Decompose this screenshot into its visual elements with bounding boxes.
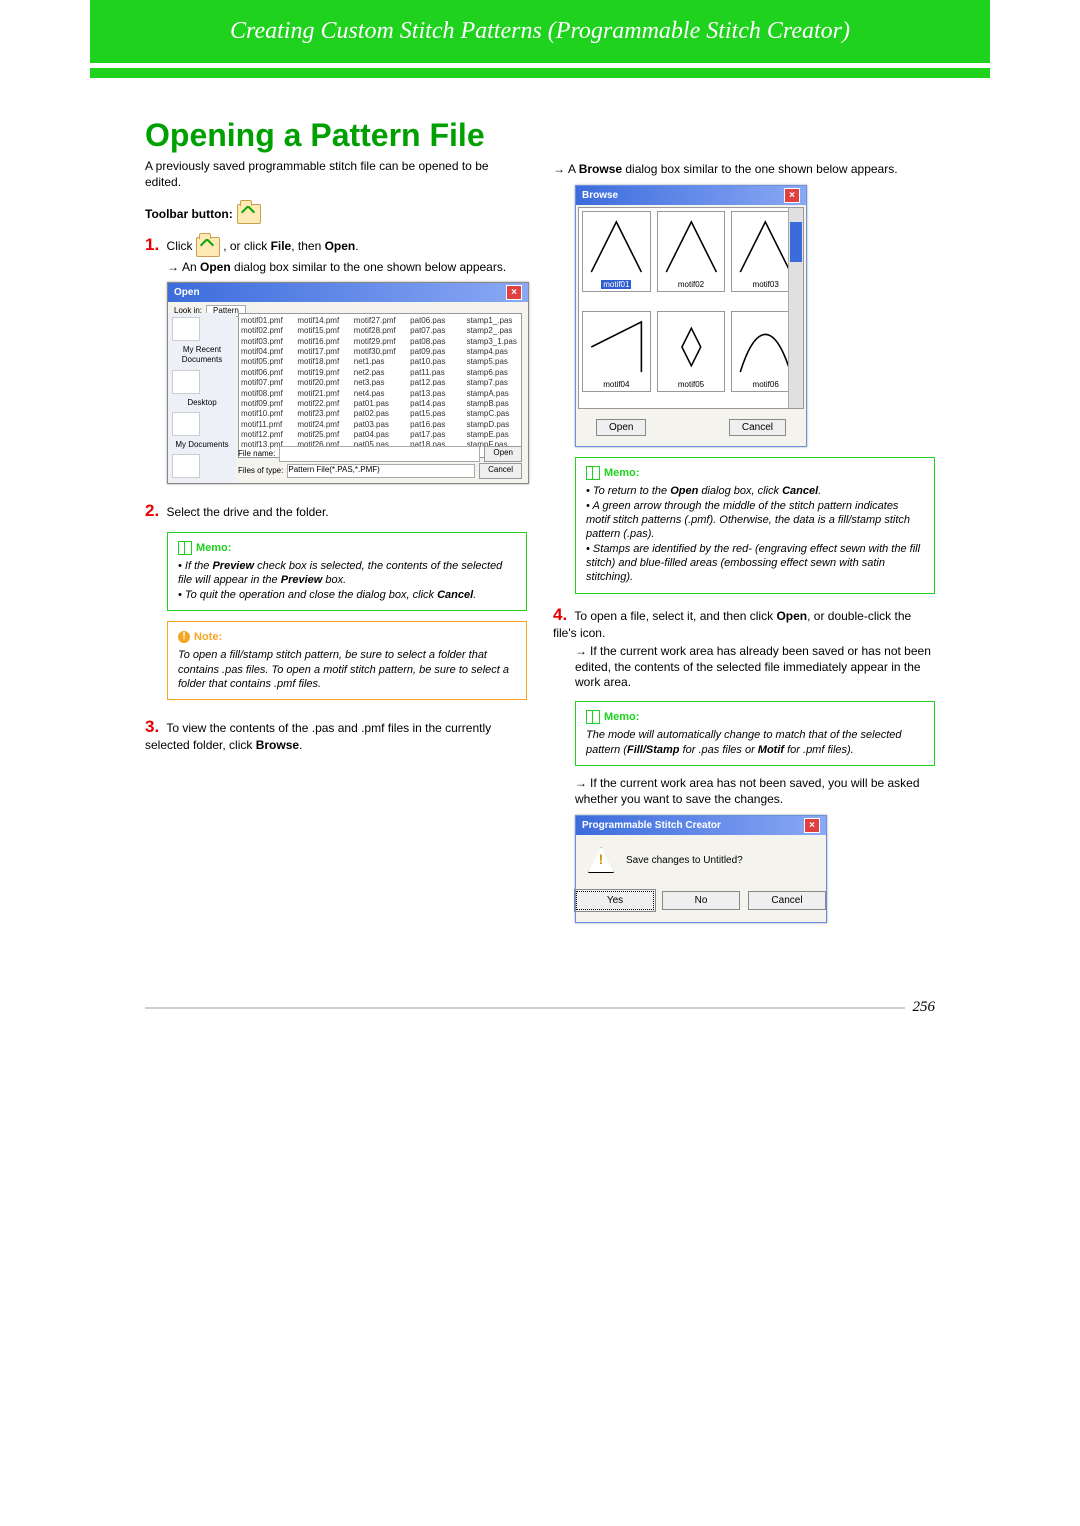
close-icon[interactable]: × <box>506 285 522 300</box>
memo-box-1: Memo: • If the Preview check box is sele… <box>167 532 527 611</box>
save-dialog-screenshot: Programmable Stitch Creator × Save chang… <box>575 815 827 923</box>
step1-pre: Click <box>167 239 196 253</box>
close-icon[interactable]: × <box>804 818 820 833</box>
open-dialog-filelist[interactable]: motif01.pmfmotif02.pmfmotif03.pmfmotif04… <box>238 313 522 458</box>
note-icon: ! <box>178 631 190 643</box>
step1-file: File <box>271 239 292 253</box>
cancel-button[interactable]: Cancel <box>748 891 826 910</box>
thumb-motif02[interactable]: motif02 <box>657 211 726 292</box>
warning-icon <box>588 847 614 873</box>
yes-button[interactable]: Yes <box>576 891 654 910</box>
save-dialog-message: Save changes to Untitled? <box>626 854 743 867</box>
page-number: 256 <box>913 999 936 1016</box>
filename-input[interactable] <box>279 446 480 462</box>
open-dialog-title: Open <box>174 286 200 299</box>
thumb-motif04[interactable]: motif04 <box>582 311 651 392</box>
memo-box-3: Memo: The mode will automatically change… <box>575 701 935 766</box>
memo-box-2: Memo: • To return to the Open dialog box… <box>575 457 935 593</box>
folder-open-icon <box>237 204 261 224</box>
step-1: 1. Click , or click File, then Open. → A… <box>145 234 527 483</box>
memo-icon <box>178 541 192 555</box>
page-title: Opening a Pattern File <box>145 118 935 153</box>
cancel-button[interactable]: Cancel <box>479 463 522 479</box>
open-dialog-screenshot: Open × Look in: Pattern My Recent Docume… <box>167 282 529 484</box>
browse-cancel-button[interactable]: Cancel <box>729 419 786 436</box>
open-button[interactable]: Open <box>484 446 522 462</box>
browse-dialog-screenshot: Browse × motif01 motif02 motif03 motif04… <box>575 185 807 447</box>
step1-open: Open <box>325 239 356 253</box>
thumb-motif05[interactable]: motif05 <box>657 311 726 392</box>
page-footer: 256 <box>145 999 935 1016</box>
no-button[interactable]: No <box>662 891 740 910</box>
browse-grid: motif01 motif02 motif03 motif04 motif05 … <box>578 207 804 409</box>
memo-icon <box>586 710 600 724</box>
memo-icon <box>586 466 600 480</box>
thumb-motif01[interactable]: motif01 <box>582 211 651 292</box>
chapter-header: Creating Custom Stitch Patterns (Program… <box>90 0 990 63</box>
open-dialog-sidebar: My Recent Documents Desktop My Documents… <box>168 313 236 483</box>
browse-open-button[interactable]: Open <box>596 419 646 436</box>
step-2: 2. Select the drive and the folder. Memo… <box>145 500 527 700</box>
browse-scrollbar[interactable] <box>788 208 803 408</box>
toolbar-label: Toolbar button: <box>145 207 233 221</box>
filetype-combo[interactable]: Pattern File(*.PAS,*.PMF) <box>287 464 475 478</box>
step-4: 4. To open a file, select it, and then c… <box>553 604 935 924</box>
note-box-1: !Note: To open a fill/stamp stitch patte… <box>167 621 527 700</box>
close-icon[interactable]: × <box>784 188 800 203</box>
open-dialog-titlebar: Open × <box>168 283 528 302</box>
folder-open-icon-inline <box>196 237 220 257</box>
open-dialog-bottom: File name:Open Files of type:Pattern Fil… <box>238 446 522 479</box>
browse-titlebar: Browse × <box>576 186 806 205</box>
toolbar-button-row: Toolbar button: <box>145 204 527 224</box>
header-underline <box>90 68 990 78</box>
step1-post: , or click <box>223 239 270 253</box>
right-subtext: → A Browse dialog box similar to the one… <box>553 162 935 177</box>
save-dialog-titlebar: Programmable Stitch Creator × <box>576 816 826 835</box>
step-3: 3. To view the contents of the .pas and … <box>145 716 527 754</box>
intro-text: A previously saved programmable stitch f… <box>145 159 527 190</box>
